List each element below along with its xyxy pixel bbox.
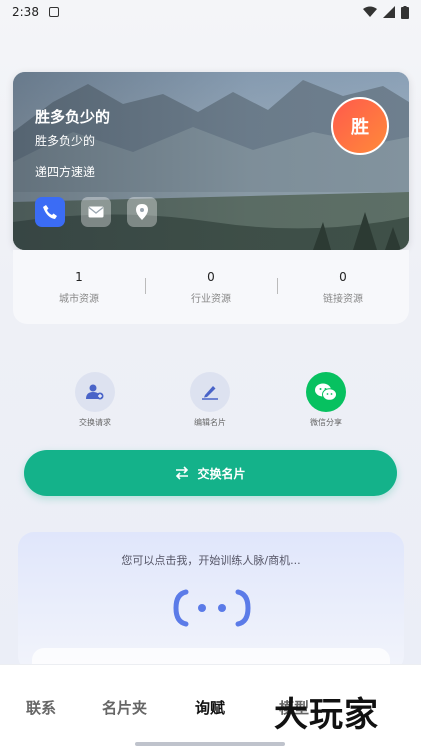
card-name: 胜多负少的 bbox=[35, 108, 111, 126]
tab-inquiry[interactable]: 询赋 bbox=[195, 697, 225, 718]
exchange-card-button[interactable]: 交换名片 bbox=[24, 450, 397, 496]
tab-contacts[interactable]: 联系 bbox=[26, 697, 56, 718]
home-indicator bbox=[135, 742, 285, 746]
tab-card-holder[interactable]: 名片夹 bbox=[102, 697, 147, 718]
stat-label: 链接资源 bbox=[323, 293, 363, 305]
edit-icon bbox=[190, 372, 230, 412]
stat-value: 0 bbox=[339, 269, 347, 284]
card-address: 递四方速递 bbox=[35, 165, 96, 179]
notification-icon bbox=[48, 7, 59, 17]
avatar[interactable]: 胜 bbox=[331, 97, 389, 155]
stat-label: 行业资源 bbox=[191, 293, 231, 305]
signal-icon bbox=[383, 6, 395, 18]
action-label: 微信分享 bbox=[310, 418, 342, 427]
status-bar: 2:38 bbox=[0, 0, 421, 24]
edit-card-button[interactable]: 编辑名片 bbox=[170, 372, 250, 428]
action-row: 交换请求 编辑名片 微信分享 bbox=[0, 372, 421, 432]
contact-icons bbox=[35, 197, 157, 227]
action-label: 编辑名片 bbox=[194, 418, 226, 427]
business-card[interactable]: 胜多负少的 胜多负少的 递四方速递 胜 bbox=[13, 72, 409, 250]
battery-icon bbox=[401, 5, 409, 19]
avatar-text: 胜 bbox=[351, 117, 369, 138]
stat-link-resources[interactable]: 0 链接资源 bbox=[277, 270, 409, 305]
stat-city-resources[interactable]: 1 城市资源 bbox=[13, 270, 145, 305]
exchange-card-label: 交换名片 bbox=[197, 466, 246, 481]
card-subtitle: 胜多负少的 bbox=[35, 134, 96, 148]
status-time: 2:38 bbox=[12, 5, 39, 19]
watermark-text: 大玩家 bbox=[274, 695, 379, 735]
stat-value: 0 bbox=[207, 269, 215, 284]
status-icons bbox=[363, 5, 409, 19]
wechat-icon bbox=[306, 372, 346, 412]
ai-training-panel[interactable]: 您可以点击我，开始训练人脉/商机... bbox=[18, 532, 404, 678]
bottom-navigation: 联系 名片夹 询赋 模型 大玩家 bbox=[0, 664, 421, 748]
wechat-share-button[interactable]: 微信分享 bbox=[286, 372, 366, 428]
exchange-request-button[interactable]: 交换请求 bbox=[55, 372, 135, 428]
robot-face-icon bbox=[173, 589, 251, 627]
stat-label: 城市资源 bbox=[59, 293, 99, 305]
swap-icon bbox=[176, 466, 189, 480]
wifi-icon bbox=[363, 6, 377, 17]
action-label: 交换请求 bbox=[79, 418, 111, 427]
phone-icon[interactable] bbox=[35, 197, 65, 227]
stat-industry-resources[interactable]: 0 行业资源 bbox=[145, 270, 277, 305]
location-icon[interactable] bbox=[127, 197, 157, 227]
stat-value: 1 bbox=[75, 269, 83, 284]
ai-hint-text: 您可以点击我，开始训练人脉/商机... bbox=[121, 554, 301, 567]
mail-icon[interactable] bbox=[81, 197, 111, 227]
resource-stats: 1 城市资源 0 行业资源 0 链接资源 bbox=[13, 250, 409, 324]
add-user-icon bbox=[75, 372, 115, 412]
